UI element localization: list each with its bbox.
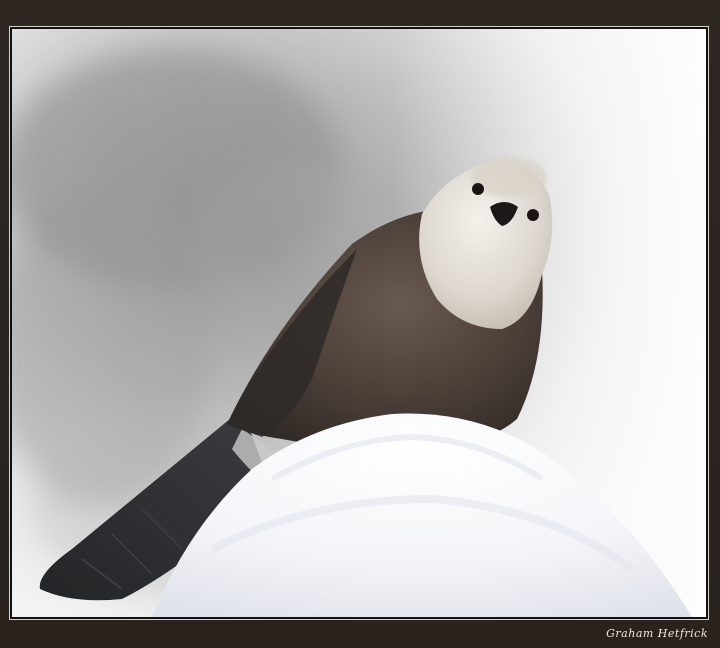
bird-photo-illustration bbox=[12, 29, 706, 617]
photographer-signature: Graham Hetfrick bbox=[606, 627, 708, 640]
right-eye bbox=[527, 209, 539, 221]
photo bbox=[12, 29, 706, 617]
photo-frame: Graham Hetfrick bbox=[0, 0, 720, 648]
left-eye bbox=[472, 183, 484, 195]
